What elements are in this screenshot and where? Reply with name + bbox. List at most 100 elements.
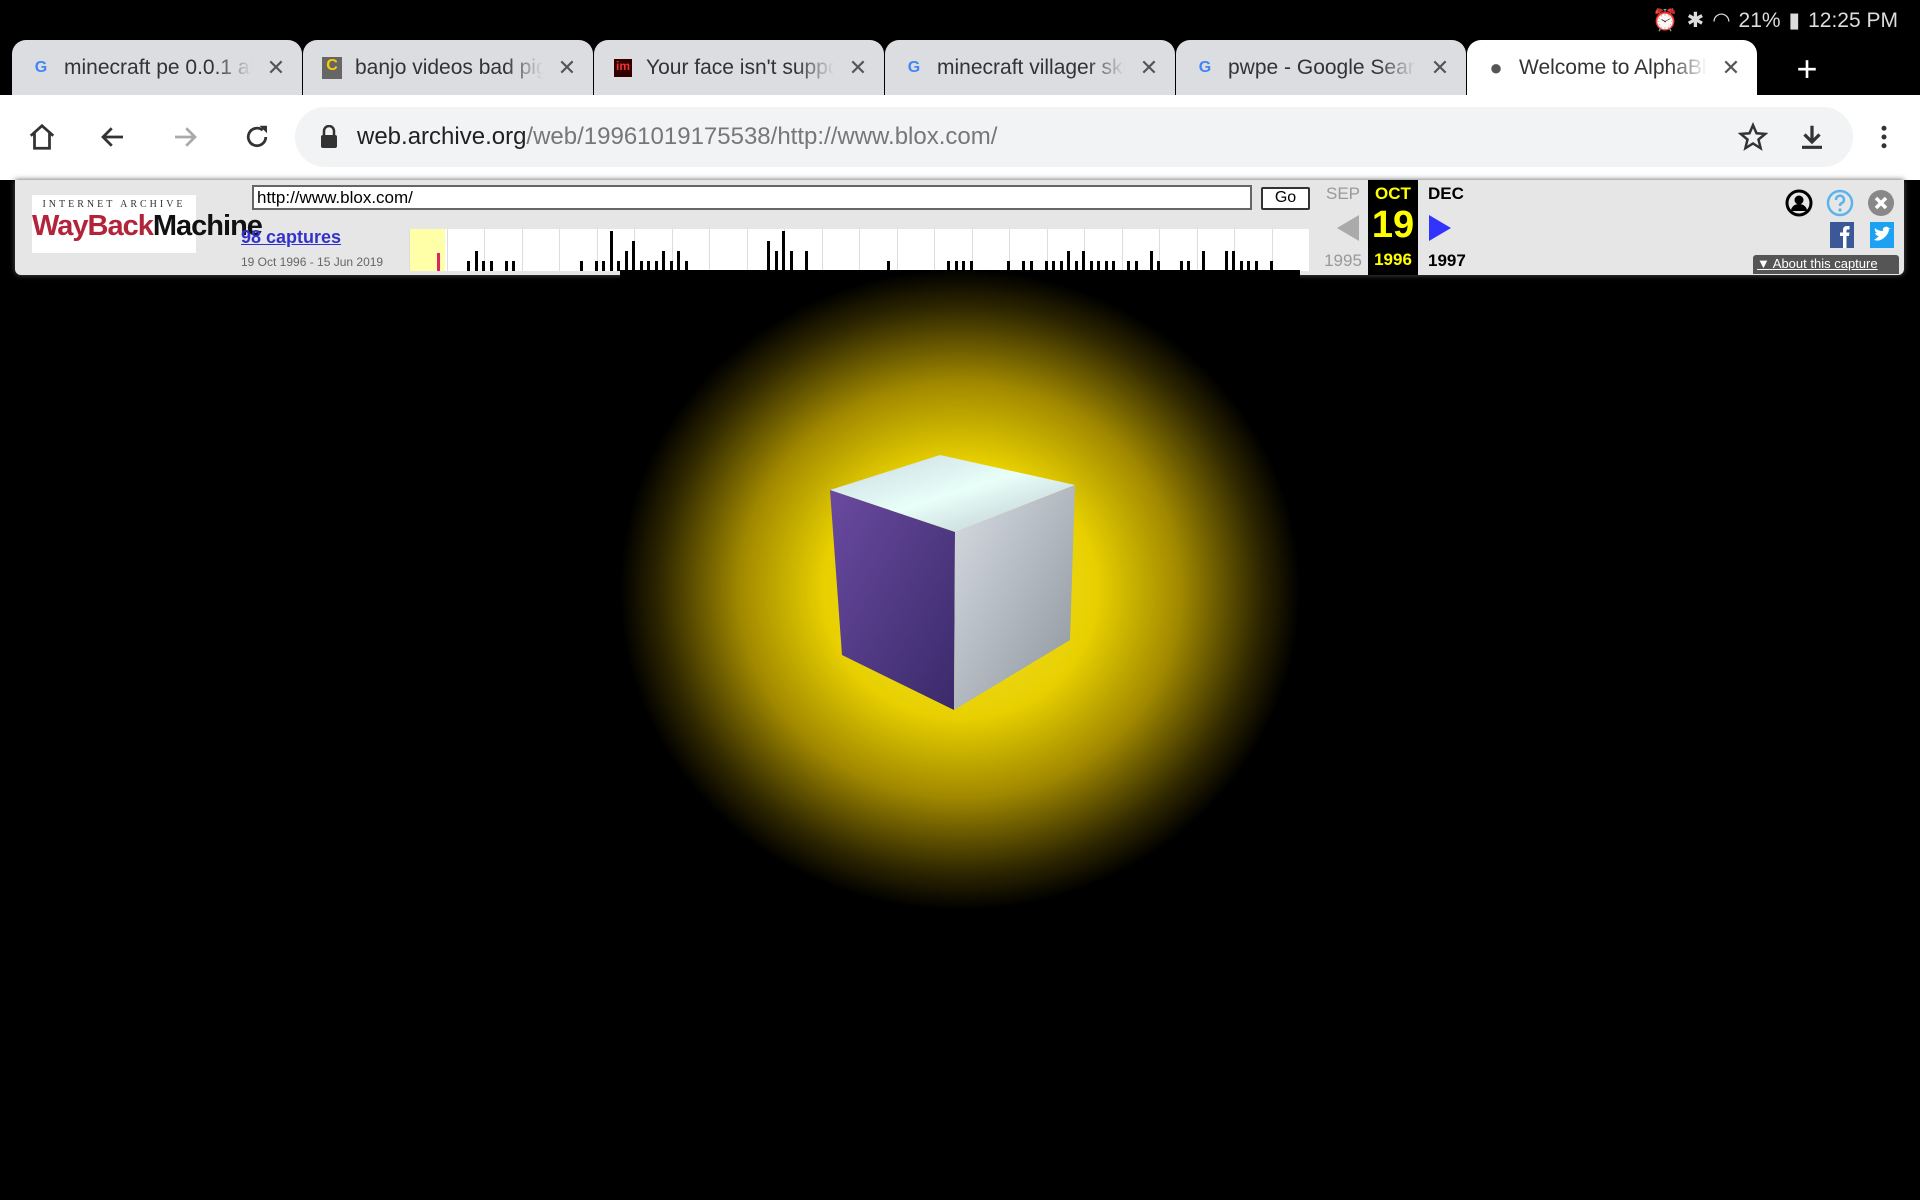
- tab-title: Welcome to AlphaBlox: [1519, 56, 1707, 79]
- next-month[interactable]: DEC: [1428, 184, 1464, 204]
- current-day: 19: [1371, 204, 1415, 246]
- tab-close-icon[interactable]: ✕: [264, 55, 288, 81]
- capture-bar: [782, 231, 785, 271]
- tab-close-icon[interactable]: ✕: [1137, 55, 1161, 81]
- capture-bar: [482, 261, 485, 271]
- help-icon[interactable]: [1826, 189, 1854, 217]
- year-column[interactable]: [896, 229, 898, 271]
- capture-bar: [1067, 251, 1070, 271]
- year-column[interactable]: [934, 229, 935, 271]
- capture-bar: [467, 261, 470, 271]
- url-path: /web/19961019175538/http://www.blox.com/: [526, 123, 998, 150]
- triangle-down-icon: ▼: [1757, 256, 1770, 271]
- tab-close-icon[interactable]: ✕: [555, 55, 579, 81]
- logo-wordmark: WayBackMachine: [32, 210, 263, 242]
- capture-bar: [1224, 251, 1228, 271]
- reload-button[interactable]: [237, 117, 277, 157]
- google-icon: G: [1198, 59, 1212, 76]
- download-button[interactable]: [1792, 117, 1832, 157]
- capture-bar: [789, 251, 793, 271]
- wayback-toolbar: INTERNET ARCHIVE WayBackMachine http://w…: [15, 180, 1904, 275]
- capture-bar: [1149, 251, 1153, 271]
- bookmark-button[interactable]: [1733, 117, 1773, 157]
- tab-title: minecraft villager skin: [937, 56, 1125, 79]
- tab-title: banjo videos bad piggies: [355, 56, 543, 79]
- tab[interactable]: im Your face isn't supported ✕: [594, 40, 884, 96]
- address-bar[interactable]: web.archive.org/web/19961019175538/http:…: [295, 107, 1853, 167]
- capture-sparkline[interactable]: [409, 229, 1309, 271]
- tab-title: minecraft pe 0.0.1 alpha: [64, 56, 252, 79]
- tab[interactable]: Gminecraft villager skin ✕: [885, 40, 1175, 96]
- captures-link[interactable]: 98 captures: [241, 227, 341, 248]
- facebook-icon[interactable]: [1830, 222, 1854, 248]
- bluetooth-icon: ✱: [1686, 9, 1705, 32]
- year-column[interactable]: [1121, 229, 1123, 271]
- c-icon: C: [321, 57, 343, 79]
- current-year: 1996: [1374, 250, 1412, 269]
- clock: 12:25 PM: [1808, 8, 1898, 32]
- tab[interactable]: Cbanjo videos bad piggies ✕: [303, 40, 593, 96]
- year-column[interactable]: [446, 229, 448, 271]
- prev-month[interactable]: SEP: [1325, 184, 1361, 204]
- new-tab-button[interactable]: +: [1790, 48, 1824, 90]
- year-column[interactable]: [1196, 229, 1198, 271]
- wayback-url-input[interactable]: http://www.blox.com/: [252, 185, 1252, 210]
- capture-bar: [662, 251, 665, 271]
- capture-bar: [624, 251, 628, 271]
- capture-bar: [602, 261, 605, 271]
- capture-bar: [504, 261, 508, 271]
- url-host: web.archive.org: [357, 123, 527, 150]
- tab-close-icon[interactable]: ✕: [846, 55, 870, 81]
- user-account-icon[interactable]: [1785, 189, 1813, 217]
- reload-icon: [246, 125, 268, 148]
- current-month: OCT: [1375, 184, 1411, 203]
- more-vert-icon: [1881, 125, 1887, 149]
- tab[interactable]: Gminecraft pe 0.0.1 alpha ✕: [12, 40, 302, 96]
- alphablox-cube-image[interactable]: [820, 450, 1090, 715]
- status-bar: ⏰ ✱ ◠ 21% ▮ 12:25 PM: [0, 0, 1920, 38]
- year-column[interactable]: [859, 229, 860, 271]
- year-column[interactable]: [709, 229, 710, 271]
- menu-button[interactable]: [1864, 117, 1904, 157]
- year-column[interactable]: [409, 229, 410, 271]
- capture-bar: [489, 261, 493, 271]
- capture-bar: [609, 231, 613, 271]
- star-icon: [1738, 122, 1768, 151]
- arrow-right-icon: [175, 127, 197, 147]
- capture-bar: [512, 261, 515, 271]
- capture-bar: [774, 251, 778, 271]
- battery-percent: 21%: [1738, 8, 1781, 32]
- year-column[interactable]: [559, 229, 560, 271]
- capture-bar: [1082, 251, 1085, 271]
- twitter-icon[interactable]: [1870, 222, 1894, 248]
- tab-close-icon[interactable]: ✕: [1428, 55, 1452, 81]
- back-button[interactable]: [93, 117, 133, 157]
- year-column[interactable]: [746, 229, 748, 271]
- about-capture-label: About this capture: [1772, 256, 1878, 271]
- home-button[interactable]: [22, 117, 62, 157]
- close-icon[interactable]: [1867, 189, 1895, 217]
- tab-close-icon[interactable]: ✕: [1719, 55, 1743, 81]
- go-button[interactable]: Go: [1261, 187, 1310, 210]
- about-capture-button[interactable]: ▼ About this capture: [1753, 255, 1899, 274]
- google-icon: G: [907, 59, 921, 76]
- year-column[interactable]: [821, 229, 823, 271]
- prev-capture-arrow-icon[interactable]: [1337, 215, 1359, 241]
- forward-button[interactable]: [165, 117, 205, 157]
- tab-title: Your face isn't supported: [646, 56, 834, 79]
- current-capture-bar: [437, 253, 440, 271]
- google-icon: G: [34, 59, 48, 76]
- capture-bar: [632, 241, 635, 271]
- next-capture-arrow-icon[interactable]: [1429, 215, 1451, 241]
- wayback-logo[interactable]: INTERNET ARCHIVE WayBackMachine: [32, 195, 263, 253]
- home-icon: [29, 123, 55, 150]
- tab[interactable]: Gpwpe - Google Search ✕: [1176, 40, 1466, 96]
- year-column[interactable]: [521, 229, 523, 271]
- tab[interactable]: ● Welcome to AlphaBlox ✕: [1467, 40, 1757, 96]
- arrow-left-icon: [101, 127, 123, 147]
- capture-bar: [804, 251, 808, 271]
- next-year[interactable]: 1997: [1428, 251, 1466, 271]
- im-icon: im: [612, 57, 634, 79]
- tab-title: pwpe - Google Search: [1228, 56, 1416, 79]
- prev-year[interactable]: 1995: [1321, 251, 1365, 271]
